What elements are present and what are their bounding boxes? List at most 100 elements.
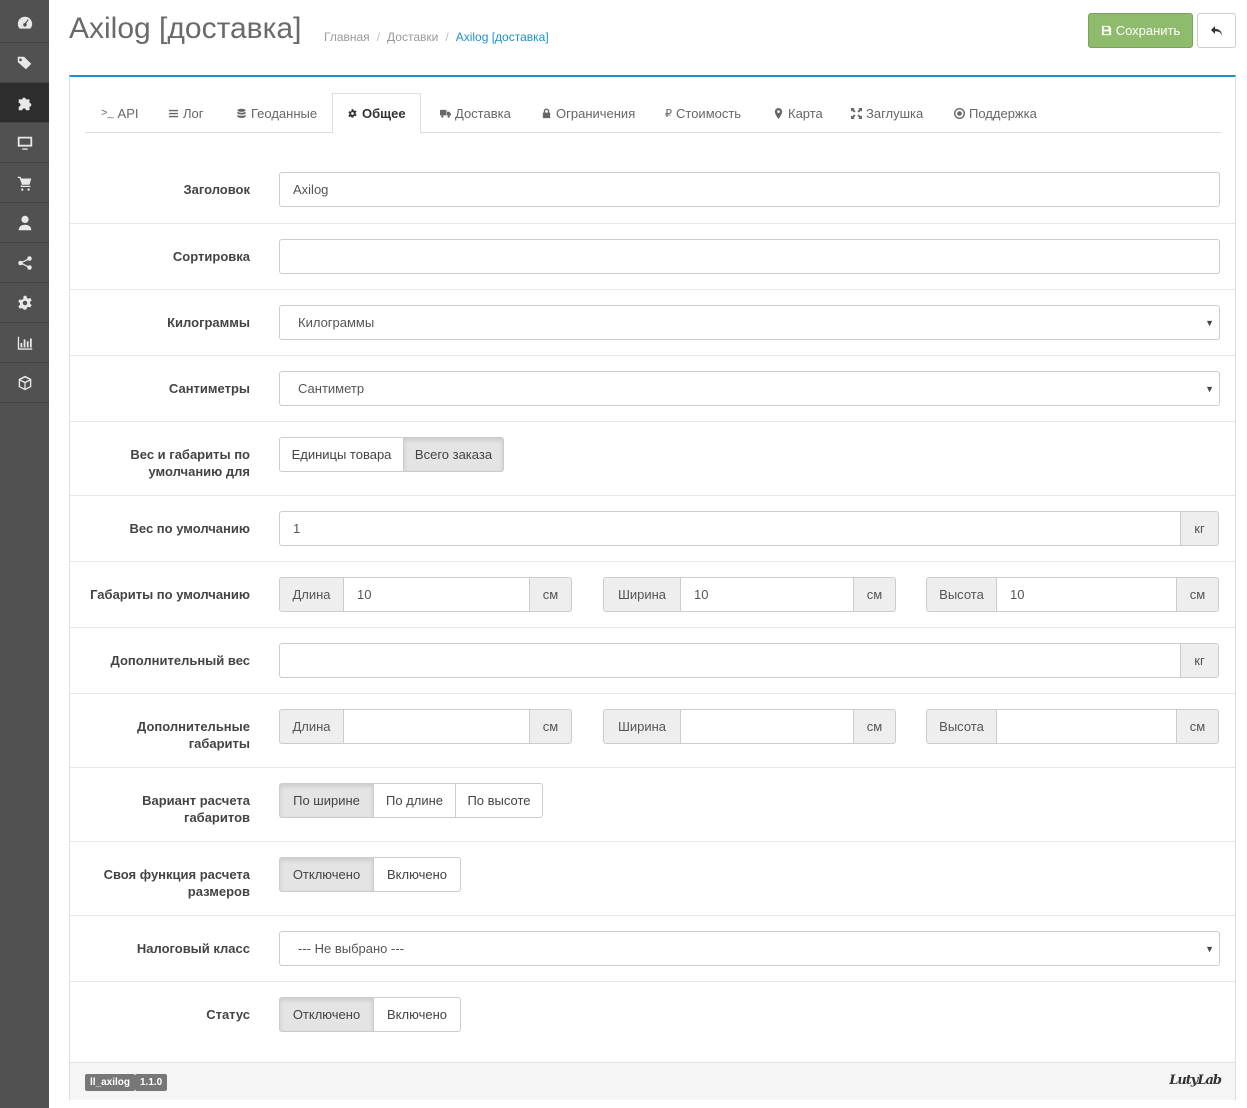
breadcrumb-shipping[interactable]: Доставки: [387, 30, 438, 44]
default-height-input[interactable]: 10: [996, 577, 1177, 612]
extra-height-unit: см: [1176, 709, 1219, 744]
whole-order-option[interactable]: Всего заказа: [403, 437, 504, 472]
cart-icon: [17, 176, 31, 191]
sidebar-item-design[interactable]: [0, 123, 49, 163]
tab-general[interactable]: Общее: [332, 93, 421, 134]
default-width-unit: см: [853, 577, 896, 612]
tab-api[interactable]: >_ API: [99, 93, 141, 133]
custom-func-on-option[interactable]: Включено: [373, 857, 461, 892]
tab-bar: >_ API Лог Геоданные Общее Доставка Огран…: [85, 93, 1221, 134]
floppy-disk-icon: [1101, 25, 1111, 36]
extra-height-input[interactable]: [996, 709, 1177, 744]
desktop-icon: [17, 136, 32, 150]
sidebar-item-catalog[interactable]: [0, 43, 49, 83]
tab-restrictions[interactable]: Ограничения: [539, 93, 637, 133]
form-row-default-weight: Вес по умолчанию 1 кг: [70, 495, 1235, 561]
tab-support[interactable]: Поддержка: [952, 93, 1039, 133]
tab-delivery[interactable]: Доставка: [438, 93, 513, 133]
default-weight-input[interactable]: 1: [279, 511, 1181, 546]
extra-weight-unit: кг: [1180, 643, 1219, 678]
sidebar-item-customers[interactable]: [0, 203, 49, 243]
version-badge: 1.1.0: [135, 1074, 168, 1091]
sort-label: Сортировка: [172, 249, 250, 264]
extra-width-input[interactable]: [680, 709, 854, 744]
sidebar: [0, 0, 49, 1108]
status-off-option[interactable]: Отключено: [279, 997, 374, 1032]
tax-class-select[interactable]: --- Не выбрано --- ▼: [279, 931, 1220, 966]
form-row-extra-dims: Дополнительные габариты Длина см Ширина …: [70, 693, 1235, 767]
back-button[interactable]: [1197, 13, 1236, 48]
custom-func-toggle: Отключено Включено: [279, 857, 461, 892]
default-weight-label: Вес по умолчанию: [129, 521, 250, 536]
dashboard-icon: [17, 16, 32, 29]
panel-footer: ll_axilog 1.1.0 LutyLab: [70, 1062, 1235, 1100]
defaults-for-label: Вес и габариты по умолчанию для: [130, 447, 250, 479]
form-row-status: Статус Отключено Включено: [70, 981, 1235, 1062]
sidebar-item-reports[interactable]: [0, 323, 49, 363]
form-row-length-unit: Сантиметры Сантиметр ▼: [70, 355, 1235, 421]
default-dims-label: Габариты по умолчанию: [90, 587, 250, 602]
bar-chart-icon: [17, 336, 32, 350]
form-row-weight-unit: Килограммы Килограммы ▼: [70, 289, 1235, 355]
default-weight-unit: кг: [1180, 511, 1219, 546]
tab-stub[interactable]: Заглушка: [849, 93, 925, 133]
save-button[interactable]: Сохранить: [1088, 13, 1193, 48]
sidebar-item-system[interactable]: [0, 283, 49, 323]
default-height-unit: см: [1176, 577, 1219, 612]
tax-class-label: Налоговый класс: [136, 941, 250, 956]
sidebar-item-modules[interactable]: [0, 363, 49, 403]
share-icon: [17, 255, 32, 270]
form-row-calc-variant: Вариант расчета габаритов По ширине По д…: [70, 767, 1235, 841]
caret-down-icon: ▼: [1205, 384, 1214, 394]
settings-panel: >_ API Лог Геоданные Общее Доставка Огран…: [69, 75, 1236, 1100]
by-height-option[interactable]: По высоте: [455, 783, 543, 818]
terminal-icon: >_: [101, 107, 114, 119]
per-item-option[interactable]: Единицы товара: [279, 437, 404, 472]
status-toggle: Отключено Включено: [279, 997, 461, 1032]
default-width-input[interactable]: 10: [680, 577, 854, 612]
form-row-sort: Сортировка: [70, 223, 1235, 289]
status-on-option[interactable]: Включено: [373, 997, 461, 1032]
form-row-defaults-for: Вес и габариты по умолчанию для Единицы …: [70, 421, 1235, 495]
sidebar-item-marketing[interactable]: [0, 243, 49, 283]
module-badge: ll_axilog: [85, 1074, 136, 1091]
form-row-default-dims: Габариты по умолчанию Длина 10 см Ширина…: [70, 561, 1235, 627]
default-length-input[interactable]: 10: [343, 577, 530, 612]
breadcrumb-current[interactable]: Axilog [доставка]: [456, 30, 549, 44]
length-unit-select[interactable]: Сантиметр ▼: [279, 371, 1220, 406]
extra-height-addon: Высота: [926, 709, 997, 744]
tab-cost[interactable]: ₽ Стоимость: [663, 93, 743, 133]
calc-variant-toggle: По ширине По длине По высоте: [279, 783, 543, 818]
status-label: Статус: [206, 1007, 250, 1022]
custom-func-label: Своя функция расчета размеров: [103, 867, 250, 899]
by-width-option[interactable]: По ширине: [279, 783, 374, 818]
map-marker-icon: [774, 107, 783, 119]
calc-variant-label: Вариант расчета габаритов: [142, 793, 250, 825]
extra-weight-input[interactable]: [279, 643, 1181, 678]
breadcrumb-home[interactable]: Главная: [324, 30, 370, 44]
database-icon: [237, 108, 246, 118]
extra-weight-label: Дополнительный вес: [110, 653, 250, 668]
weight-unit-select[interactable]: Килограммы ▼: [279, 305, 1220, 340]
gear-icon: [17, 295, 32, 310]
sidebar-item-extensions[interactable]: [0, 83, 49, 123]
sort-input[interactable]: [279, 239, 1220, 274]
tags-icon: [17, 56, 31, 69]
tab-map[interactable]: Карта: [771, 93, 825, 133]
sidebar-item-sales[interactable]: [0, 163, 49, 203]
weight-unit-label: Килограммы: [167, 315, 250, 330]
by-length-option[interactable]: По длине: [373, 783, 456, 818]
tab-geodata[interactable]: Геоданные: [234, 93, 319, 133]
title-input[interactable]: Axilog: [279, 172, 1220, 207]
sidebar-item-dashboard[interactable]: [0, 3, 49, 43]
form-row-custom-func: Своя функция расчета размеров Отключено …: [70, 841, 1235, 915]
tab-log[interactable]: Лог: [166, 93, 206, 133]
default-length-addon: Длина: [279, 577, 344, 612]
extra-length-input[interactable]: [343, 709, 530, 744]
custom-func-off-option[interactable]: Отключено: [279, 857, 374, 892]
vendor-logo: LutyLab: [1169, 1073, 1222, 1088]
extra-width-unit: см: [853, 709, 896, 744]
main-content: Axilog [доставка] Главная / Доставки / Axilo…: [49, 0, 1247, 1108]
extra-dims-label: Дополнительные габариты: [137, 719, 250, 751]
form-row-extra-weight: Дополнительный вес кг: [70, 627, 1235, 693]
